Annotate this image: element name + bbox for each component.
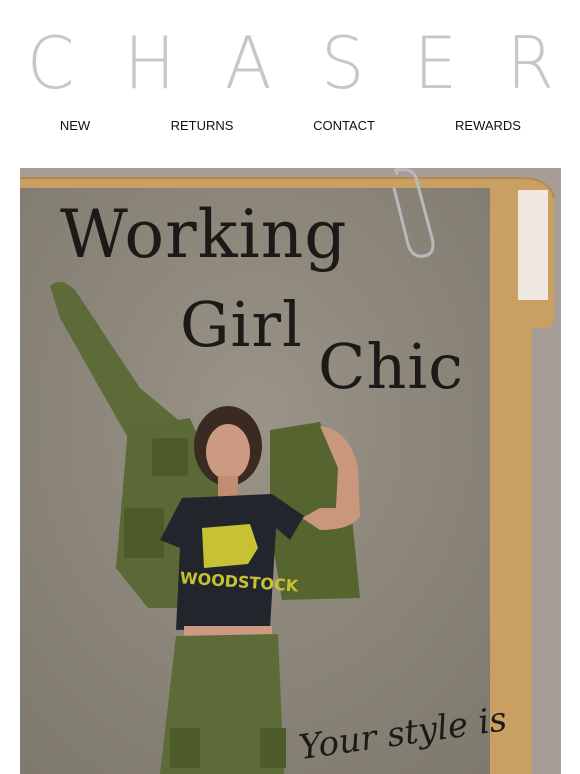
headline-line-1: Working xyxy=(60,196,348,273)
brand-logo-text: CHASER xyxy=(26,21,580,105)
tape-strip xyxy=(518,190,548,300)
headline-line-3: Chic xyxy=(318,330,464,403)
tshirt-print-graphic xyxy=(202,524,258,568)
nav-link-contact[interactable]: CONTACT xyxy=(313,118,375,133)
brand-logo[interactable]: CHASER xyxy=(0,18,580,108)
face xyxy=(206,424,250,480)
nav-link-returns[interactable]: RETURNS xyxy=(171,118,234,133)
hero-banner[interactable]: WOODSTOCK Working Girl Chic Your style i… xyxy=(20,168,561,774)
nav-link-new[interactable]: NEW xyxy=(60,118,90,133)
main-nav: NEW RETURNS CONTACT REWARDS xyxy=(0,118,580,138)
nav-link-rewards[interactable]: REWARDS xyxy=(455,118,521,133)
headline-line-2: Girl xyxy=(180,288,303,361)
